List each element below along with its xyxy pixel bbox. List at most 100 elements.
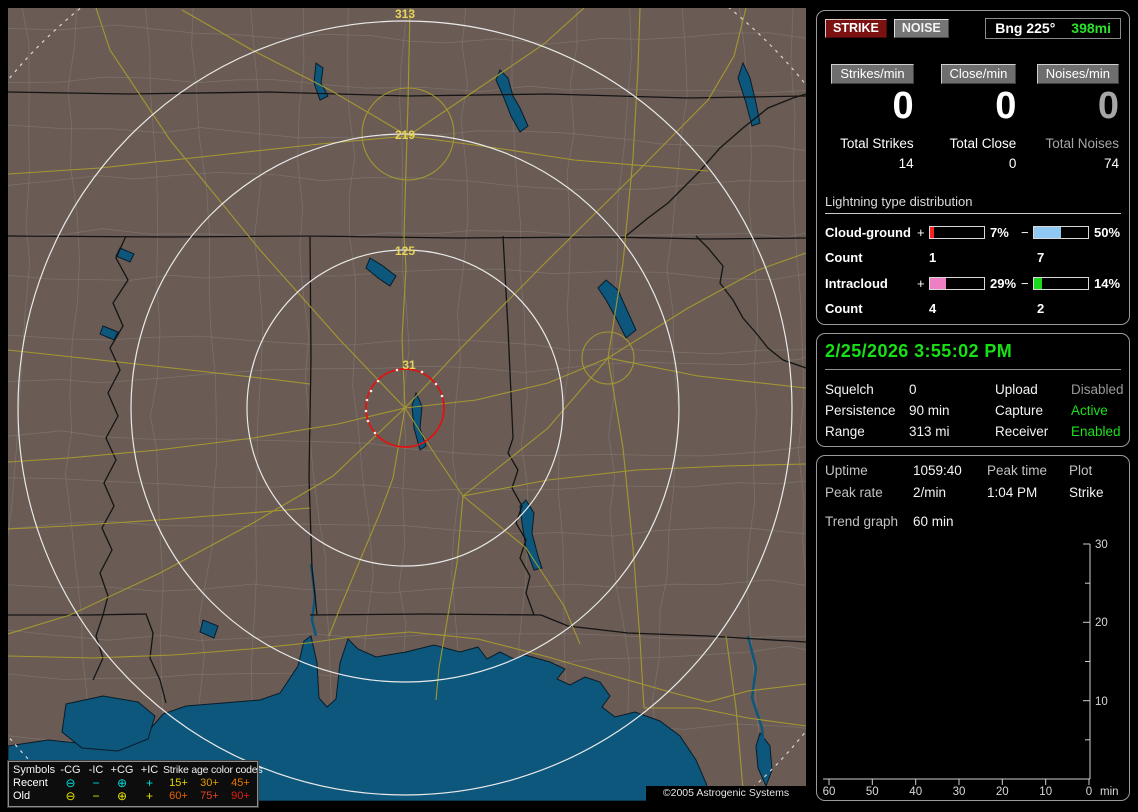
ring-label-219: 219	[395, 128, 415, 142]
y-tick-10: 10	[1095, 696, 1108, 708]
bearing-value: Bng 225°	[995, 20, 1056, 36]
close-per-min-counter: Close/min 0 Total Close 0	[930, 64, 1017, 171]
plot-value: Strike	[1069, 485, 1104, 500]
strikes-per-min-button[interactable]: Strikes/min	[831, 64, 914, 84]
ic-positive-count: 4	[929, 300, 937, 316]
age-code-75: 75+	[200, 790, 219, 802]
trend-graph-value: 60 min	[913, 514, 954, 529]
plus-sign: +	[917, 275, 925, 291]
strikes-per-min-value: 0	[892, 85, 914, 127]
peak-rate-label: Peak rate	[825, 485, 883, 500]
age-code-45: 45+	[231, 777, 250, 789]
range-setting-value: 313 mi	[909, 424, 950, 439]
range-value: 398mi	[1071, 20, 1111, 36]
peak-rate-value: 2/min	[913, 485, 947, 500]
cg-positive-pct: 7%	[990, 224, 1009, 240]
intracloud-label: Intracloud	[825, 275, 888, 291]
cg-positive-count: 1	[929, 249, 937, 265]
age-code-90: 90+	[231, 790, 250, 802]
peak-time-value: 1:04 PM	[987, 485, 1038, 500]
old-neg-cg-symbol: ⊖	[65, 789, 76, 803]
age-code-30: 30+	[200, 777, 219, 789]
distribution-title: Lightning type distribution	[825, 194, 1121, 214]
plot-label: Plot	[1069, 463, 1093, 478]
upload-status: Disabled	[1071, 382, 1124, 397]
total-noises-value: 74	[1103, 155, 1119, 171]
receiver-label: Receiver	[995, 424, 1049, 439]
ic-negative-bar	[1033, 276, 1089, 290]
x-tick-50: 50	[866, 786, 879, 798]
y-tick-20: 20	[1095, 617, 1108, 629]
trend-graph-label: Trend graph	[825, 514, 899, 529]
legend-header-symbols: Symbols	[13, 764, 56, 776]
noises-per-min-counter: Noises/min 0 Total Noises 74	[1032, 64, 1119, 171]
cloud-ground-label: Cloud-ground	[825, 224, 911, 240]
total-noises-label: Total Noises	[1045, 135, 1119, 151]
strike-counter-panel: STRIKE NOISE Bng 225° 398mi Strikes/min …	[816, 10, 1130, 325]
close-per-min-button[interactable]: Close/min	[940, 64, 1017, 84]
lightning-type-distribution: Lightning type distribution Cloud-ground…	[825, 194, 1121, 316]
trend-panel: Uptime 1059:40 Peak time Plot Peak rate …	[816, 455, 1130, 801]
copyright-notice: ©2005 Astrogenic Systems	[646, 786, 806, 801]
uptime-value: 1059:40	[913, 463, 962, 478]
ring-label-31: 31	[402, 358, 416, 372]
total-close-value: 0	[1008, 155, 1017, 171]
total-close-label: Total Close	[949, 135, 1017, 151]
legend-row-recent-label: Recent	[13, 777, 48, 789]
bearing-range-readout: Bng 225° 398mi	[985, 18, 1121, 39]
x-tick-30: 30	[953, 786, 966, 798]
noises-per-min-value: 0	[1097, 85, 1119, 127]
plus-sign: +	[917, 224, 925, 240]
noises-per-min-button[interactable]: Noises/min	[1036, 64, 1119, 84]
ic-negative-pct: 14%	[1094, 275, 1121, 291]
capture-status: Active	[1071, 403, 1108, 418]
persistence-value: 90 min	[909, 403, 950, 418]
noise-mode-button[interactable]: NOISE	[893, 19, 949, 38]
datetime-display: 2/25/2026 3:55:02 PM	[825, 341, 1121, 370]
ring-label-313: 313	[395, 8, 415, 21]
x-tick-0: 0	[1086, 786, 1092, 798]
age-code-60: 60+	[169, 790, 188, 802]
cg-negative-bar	[1033, 225, 1089, 239]
strike-mode-button[interactable]: STRIKE	[825, 19, 887, 38]
ic-positive-bar	[929, 276, 985, 290]
age-code-15: 15+	[169, 777, 188, 789]
ic-positive-pct: 29%	[990, 275, 1017, 291]
old-pos-ic-symbol: +	[145, 789, 153, 803]
legend-row-old-label: Old	[13, 790, 31, 802]
cg-count-label: Count	[825, 249, 863, 265]
x-tick-40: 40	[909, 786, 922, 798]
range-label: Range	[825, 424, 865, 439]
ring-label-125: 125	[395, 244, 415, 258]
x-tick-10: 10	[1039, 786, 1052, 798]
total-strikes-value: 14	[898, 155, 914, 171]
y-tick-30: 30	[1095, 539, 1108, 551]
cg-negative-pct: 50%	[1094, 224, 1121, 240]
trend-graph-plot: 30 20 10 60 50 40 30 20 10 0 min	[823, 539, 1119, 798]
minus-sign: −	[1021, 224, 1029, 240]
legend-header-age-codes: Strike age color codes	[163, 764, 263, 776]
cg-negative-count: 7	[1037, 249, 1045, 265]
x-tick-20: 20	[996, 786, 1009, 798]
old-neg-ic-symbol: −	[92, 789, 100, 803]
ic-negative-count: 2	[1037, 300, 1045, 316]
old-pos-cg-symbol: ⊕	[116, 789, 128, 803]
uptime-label: Uptime	[825, 463, 868, 478]
ic-count-label: Count	[825, 300, 863, 316]
upload-label: Upload	[995, 382, 1038, 397]
strikes-per-min-counter: Strikes/min 0 Total Strikes 14	[827, 64, 914, 171]
lightning-map[interactable]: 313 219 125 31	[8, 8, 806, 801]
x-axis-unit-label: min	[1100, 786, 1119, 798]
squelch-value: 0	[909, 382, 917, 397]
cg-positive-bar	[929, 225, 985, 239]
total-strikes-label: Total Strikes	[840, 135, 914, 151]
receiver-status: Enabled	[1071, 424, 1121, 439]
persistence-label: Persistence	[825, 403, 896, 418]
peak-time-label: Peak time	[987, 463, 1048, 478]
close-per-min-value: 0	[995, 85, 1017, 127]
symbol-legend: Symbols -CG -IC +CG +IC Strike age color…	[7, 760, 263, 808]
capture-label: Capture	[995, 403, 1044, 418]
x-tick-60: 60	[823, 786, 836, 798]
squelch-label: Squelch	[825, 382, 874, 397]
status-panel: 2/25/2026 3:55:02 PM Squelch 0 Upload Di…	[816, 333, 1130, 447]
